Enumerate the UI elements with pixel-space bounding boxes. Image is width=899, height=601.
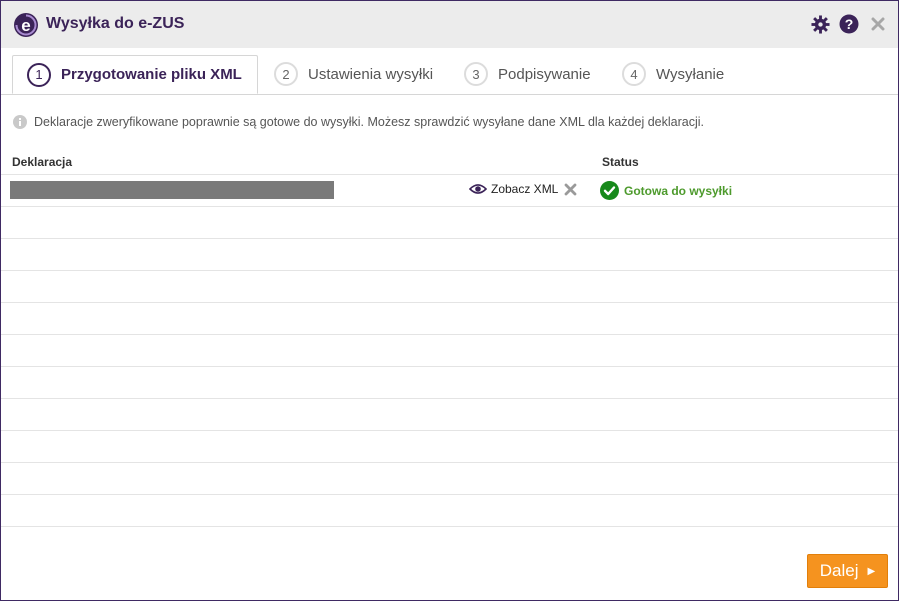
empty-table-row (1, 239, 898, 271)
gear-icon[interactable] (810, 14, 830, 34)
view-xml-label: Zobacz XML (491, 182, 559, 196)
remove-icon[interactable] (564, 183, 577, 201)
table-row: Zobacz XML Gotowa do wysyłki (1, 175, 898, 207)
info-text: Deklaracje zweryfikowane poprawnie są go… (34, 115, 704, 129)
window-title: Wysyłka do e-ZUS (46, 15, 185, 32)
empty-table-row (1, 271, 898, 303)
step-number: 2 (274, 62, 298, 86)
eye-icon (469, 184, 487, 194)
empty-table-row (1, 335, 898, 367)
step-number: 4 (622, 62, 646, 86)
tab-xml-preparation[interactable]: 1 Przygotowanie pliku XML (12, 55, 258, 94)
tab-label: Przygotowanie pliku XML (61, 66, 242, 83)
step-number: 3 (464, 62, 488, 86)
help-icon[interactable]: ? (839, 14, 859, 34)
triangle-right-icon: ▶ (867, 565, 876, 577)
svg-text:?: ? (845, 16, 854, 32)
tab-send-settings[interactable]: 2 Ustawienia wysyłki (274, 55, 433, 93)
empty-table-row (1, 303, 898, 335)
title-bar: e Wysyłka do e-ZUS ? (1, 1, 898, 48)
svg-text:e: e (21, 16, 30, 35)
empty-table-row (1, 207, 898, 239)
check-circle-icon (600, 181, 619, 200)
status-text: Gotowa do wysyłki (624, 183, 733, 198)
empty-table-row (1, 367, 898, 399)
tab-sending[interactable]: 4 Wysyłanie (622, 55, 724, 93)
tab-label: Wysyłanie (656, 65, 725, 83)
tab-label: Ustawienia wysyłki (308, 65, 434, 83)
declarations-table: Zobacz XML Gotowa do wysyłki (1, 175, 898, 527)
ezus-logo-icon: e (14, 13, 38, 37)
step-number: 1 (27, 62, 51, 87)
empty-table-row (1, 463, 898, 495)
info-icon (13, 115, 27, 129)
column-status: Status (602, 155, 639, 169)
view-xml-link[interactable]: Zobacz XML (469, 182, 558, 196)
column-declaration: Deklaracja (12, 155, 73, 169)
empty-table-row (1, 399, 898, 431)
next-button-label: Dalej (819, 561, 859, 580)
table-header: Deklaracja Status (1, 152, 898, 175)
empty-table-row (1, 495, 898, 527)
wizard-tabs: 1 Przygotowanie pliku XML 2 Ustawienia w… (1, 48, 898, 95)
tab-signing[interactable]: 3 Podpisywanie (464, 55, 591, 93)
status-cell: Gotowa do wysyłki (600, 181, 732, 200)
tab-label: Podpisywanie (498, 65, 591, 83)
dialog-window: e Wysyłka do e-ZUS ? 1 Przygotowanie pli… (0, 0, 899, 601)
next-button[interactable]: Dalej ▶ (807, 554, 888, 588)
redacted-declaration-name (10, 181, 334, 199)
info-message: Deklaracje zweryfikowane poprawnie są go… (13, 115, 704, 129)
empty-table-row (1, 431, 898, 463)
close-icon[interactable] (868, 14, 888, 34)
